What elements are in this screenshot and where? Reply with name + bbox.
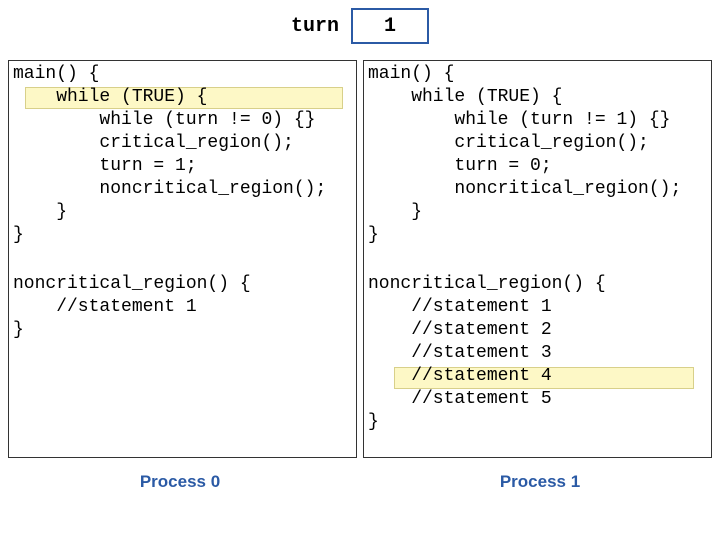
p0-main-l0: main() { xyxy=(13,64,99,84)
p1-ncr-l0: noncritical_region() { xyxy=(368,274,606,294)
p1-main-l7: } xyxy=(368,225,379,245)
p1-ncr-l2: //statement 2 xyxy=(368,320,552,340)
p1-main-l2: while (turn != 1) {} xyxy=(368,110,670,130)
process-1-ncr-code: noncritical_region() { //statement 1 //s… xyxy=(368,273,606,434)
p0-main-l7: } xyxy=(13,225,24,245)
turn-label: turn xyxy=(291,15,339,38)
p0-ncr-l1: //statement 1 xyxy=(13,297,197,317)
p1-ncr-l3: //statement 3 xyxy=(368,343,552,363)
p1-ncr-l5: //statement 5 xyxy=(368,389,552,409)
turn-value-box: 1 xyxy=(351,8,429,44)
p1-main-l0: main() { xyxy=(368,64,454,84)
p1-ncr-l6: } xyxy=(368,412,379,432)
p0-main-l6: } xyxy=(13,202,67,222)
p0-main-l4: turn = 1; xyxy=(13,156,197,176)
code-panels: main() { while (TRUE) { while (turn != 0… xyxy=(8,60,712,458)
process-0-main-code: main() { while (TRUE) { while (turn != 0… xyxy=(13,63,326,247)
process-0-label: Process 0 xyxy=(0,472,360,492)
p0-main-l3: critical_region(); xyxy=(13,133,294,153)
p1-main-l6: } xyxy=(368,202,422,222)
p1-main-l5: noncritical_region(); xyxy=(368,179,681,199)
p1-main-l1: while (TRUE) { xyxy=(368,87,562,107)
p1-ncr-l1: //statement 1 xyxy=(368,297,552,317)
p0-ncr-l2: } xyxy=(13,320,24,340)
process-1-label: Process 1 xyxy=(360,472,720,492)
p0-main-l5: noncritical_region(); xyxy=(13,179,326,199)
p0-ncr-l0: noncritical_region() { xyxy=(13,274,251,294)
process-labels-row: Process 0 Process 1 xyxy=(0,472,720,492)
p0-main-l1: while (TRUE) { xyxy=(13,87,207,107)
process-0-panel: main() { while (TRUE) { while (turn != 0… xyxy=(8,60,357,458)
process-0-ncr-code: noncritical_region() { //statement 1 } xyxy=(13,273,251,342)
process-1-panel: main() { while (TRUE) { while (turn != 1… xyxy=(363,60,712,458)
p1-main-l4: turn = 0; xyxy=(368,156,552,176)
p1-ncr-l4: //statement 4 xyxy=(368,366,552,386)
p1-main-l3: critical_region(); xyxy=(368,133,649,153)
turn-header: turn 1 xyxy=(0,8,720,44)
p0-main-l2: while (turn != 0) {} xyxy=(13,110,315,130)
process-1-main-code: main() { while (TRUE) { while (turn != 1… xyxy=(368,63,681,247)
